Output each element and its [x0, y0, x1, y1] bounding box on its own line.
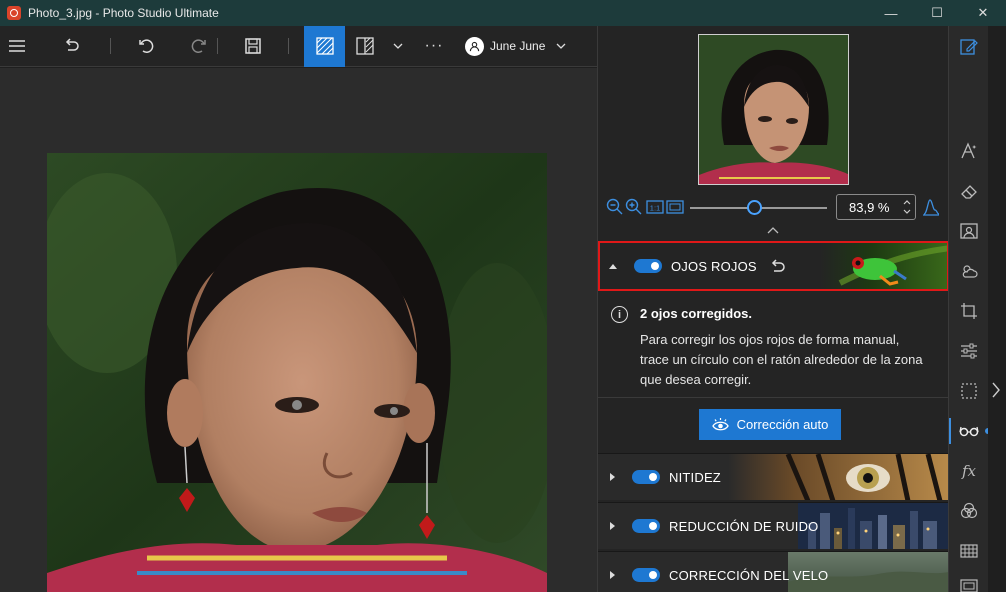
- noise-reduction-toggle[interactable]: [632, 519, 660, 533]
- section-collapsed-triangle-icon[interactable]: [610, 571, 615, 579]
- section-noise-reduction-label: REDUCCIÓN DE RUIDO: [669, 518, 819, 534]
- undo-history-icon[interactable]: [34, 26, 110, 67]
- undo-icon[interactable]: [111, 26, 181, 67]
- redo-icon[interactable]: [181, 26, 217, 67]
- sharpness-toggle[interactable]: [632, 470, 660, 484]
- red-eye-glasses-icon[interactable]: [959, 421, 979, 441]
- section-collapsed-triangle-icon[interactable]: [610, 522, 615, 530]
- section-haze-correction-label: CORRECCIÓN DEL VELO: [669, 567, 829, 583]
- selection-icon[interactable]: [959, 381, 979, 401]
- histogram-icon[interactable]: [922, 198, 940, 216]
- texture-grid-icon[interactable]: [959, 541, 979, 561]
- section-banner-frog: [820, 243, 947, 289]
- effects-fx-icon[interactable]: fx: [959, 461, 979, 481]
- info-icon: i: [611, 306, 628, 323]
- user-menu-chevron-icon: [556, 43, 566, 49]
- red-eye-status: 2 ojos corregidos.: [640, 306, 752, 321]
- hamburger-menu-icon[interactable]: [0, 26, 34, 67]
- eye-auto-icon: [711, 418, 729, 431]
- red-eye-instructions: Para corregir los ojos rojos de forma ma…: [640, 332, 923, 387]
- user-name: June June: [490, 39, 546, 53]
- more-options-button[interactable]: ···: [411, 26, 457, 67]
- minimize-button[interactable]: —: [868, 0, 914, 26]
- adjustments-panel: 1:1 83,9 % OJOS ROJOS i 2 ojos corregido…: [597, 26, 949, 592]
- zoom-slider-knob[interactable]: [746, 200, 762, 215]
- title-bar: Photo_3.jpg - Photo Studio Ultimate — ☐ …: [0, 0, 1006, 26]
- portrait-icon[interactable]: [959, 221, 979, 241]
- zoom-value: 83,9 %: [849, 199, 890, 215]
- section-sharpness-label: NITIDEZ: [669, 469, 721, 485]
- section-sharpness-header[interactable]: NITIDEZ: [598, 453, 949, 500]
- section-expanded-triangle-icon[interactable]: [609, 263, 617, 269]
- section-red-eye-label: OJOS ROJOS: [671, 258, 757, 274]
- user-menu[interactable]: June June: [457, 26, 566, 67]
- zoom-value-field[interactable]: 83,9 %: [836, 194, 916, 220]
- section-noise-reduction-header[interactable]: REDUCCIÓN DE RUIDO: [598, 502, 949, 549]
- single-view-icon[interactable]: [304, 25, 345, 67]
- crop-icon[interactable]: [959, 301, 979, 321]
- app-logo-icon: [7, 6, 21, 20]
- zoom-controls: 1:1 83,9 %: [598, 192, 949, 222]
- auto-enhance-icon[interactable]: [959, 141, 979, 161]
- fit-to-screen-icon[interactable]: [666, 200, 684, 214]
- save-icon[interactable]: [218, 26, 288, 67]
- section-haze-correction-header[interactable]: CORRECCIÓN DEL VELO: [598, 551, 949, 592]
- haze-correction-toggle[interactable]: [632, 568, 660, 582]
- section-collapsed-triangle-icon[interactable]: [610, 473, 615, 481]
- eraser-icon[interactable]: [959, 181, 979, 201]
- frame-icon[interactable]: [959, 576, 979, 592]
- expand-chevron-right-icon[interactable]: [992, 382, 1000, 398]
- rail-expand-area: [988, 26, 1006, 592]
- toolbar: ··· June June: [0, 25, 597, 67]
- zoom-out-icon[interactable]: [606, 198, 624, 216]
- red-eye-toggle[interactable]: [634, 259, 662, 273]
- zoom-spinner-icon[interactable]: [903, 198, 911, 216]
- auto-correction-button[interactable]: Corrección auto: [699, 409, 841, 440]
- navigator-thumbnail[interactable]: [698, 34, 849, 185]
- auto-correction-label: Corrección auto: [736, 417, 829, 432]
- main-photo[interactable]: [47, 153, 547, 592]
- reset-icon[interactable]: [770, 258, 786, 274]
- svg-text:1:1: 1:1: [650, 204, 660, 213]
- section-red-eye-header[interactable]: OJOS ROJOS: [598, 241, 949, 291]
- actual-size-icon[interactable]: 1:1: [646, 200, 664, 214]
- weather-sky-icon[interactable]: [959, 261, 979, 281]
- active-tool-indicator: [949, 418, 951, 444]
- close-button[interactable]: ✕: [960, 0, 1006, 26]
- section-banner-tiger: [728, 454, 949, 500]
- edit-notes-icon[interactable]: [959, 37, 979, 57]
- section-banner-city: [798, 503, 949, 549]
- sliders-adjust-icon[interactable]: [959, 341, 979, 361]
- collapse-chevron-up-icon[interactable]: [766, 226, 780, 234]
- red-eye-info: i 2 ojos corregidos. Para corregir los o…: [598, 294, 949, 398]
- zoom-in-icon[interactable]: [625, 198, 643, 216]
- window-title: Photo_3.jpg - Photo Studio Ultimate: [28, 6, 219, 20]
- photo-canvas[interactable]: [0, 68, 597, 592]
- maximize-button[interactable]: ☐: [914, 0, 960, 26]
- view-dropdown-chevron-icon[interactable]: [385, 26, 411, 67]
- compare-view-icon[interactable]: [345, 26, 385, 67]
- user-avatar-icon: [465, 36, 484, 56]
- tool-rail: fx: [948, 26, 991, 592]
- color-circles-icon[interactable]: [959, 501, 979, 521]
